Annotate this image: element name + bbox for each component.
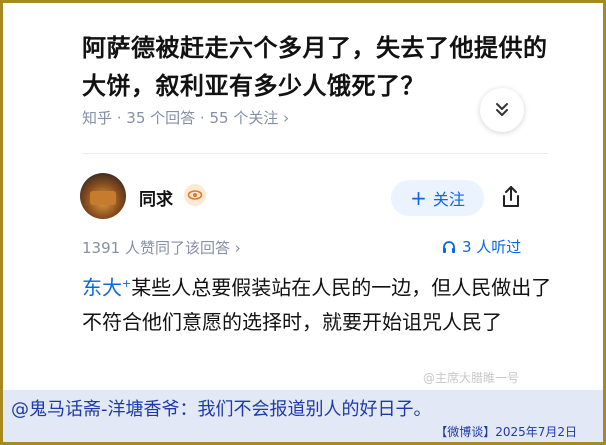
avatar[interactable]	[80, 173, 126, 219]
follow-button[interactable]: + 关注	[391, 180, 484, 216]
question-meta[interactable]: 知乎 · 35 个回答 · 55 个关注 ›	[82, 107, 289, 128]
screenshot-frame: 阿萨德被赶走六个多月了，失去了他提供的大饼，叙利亚有多少人饿死了？ 知乎 · 3…	[3, 3, 603, 442]
listen-count[interactable]: 3 人听过	[442, 236, 521, 257]
caption-bar: @鬼马话斋-洋塘香爷：我们不会报道别人的好日子。 【微博谈】2025年7月2日	[3, 390, 603, 442]
question-title: 阿萨德被赶走六个多月了，失去了他提供的大饼，叙利亚有多少人饿死了？	[82, 34, 548, 100]
divider	[82, 153, 548, 154]
eye-icon	[184, 184, 206, 206]
author-name[interactable]: 同求	[139, 185, 173, 210]
topic-link-mark: +	[122, 277, 132, 290]
double-chevron-down-icon	[496, 103, 508, 116]
watermark: @主席大腊睢一号	[423, 371, 520, 385]
follow-label: 关注	[432, 190, 465, 209]
like-count[interactable]: 1391 人赞同了该回答 ›	[82, 237, 241, 258]
expand-button[interactable]	[480, 88, 524, 132]
plus-icon: +	[410, 186, 427, 210]
caption-text: @鬼马话斋-洋塘香爷：我们不会报道别人的好日子。	[11, 399, 432, 420]
headphones-icon	[443, 240, 455, 253]
share-button[interactable]	[497, 182, 525, 212]
answer-body: 东大+某些人总要假装站在人民的一边，但人民做出了不符合他们意愿的选择时，就要开始…	[82, 267, 552, 339]
share-icon	[503, 186, 519, 207]
answer-text: 某些人总要假装站在人民的一边，但人民做出了不符合他们意愿的选择时，就要开始诅咒人…	[82, 275, 552, 334]
topic-link[interactable]: 东大	[82, 276, 122, 300]
footer-date: 【微博谈】2025年7月2日	[435, 425, 577, 439]
listen-label: 3 人听过	[462, 238, 522, 256]
